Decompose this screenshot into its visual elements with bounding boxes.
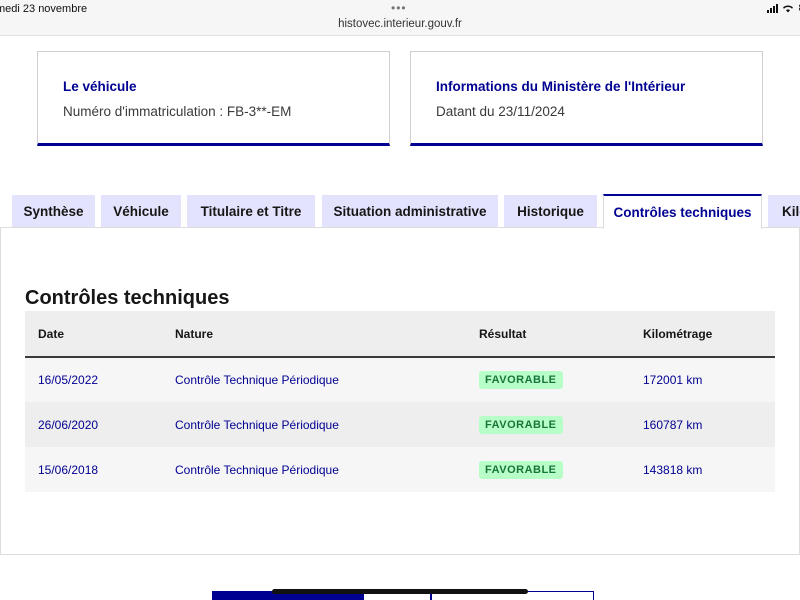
more-dots-icon[interactable]: ••• <box>391 1 407 15</box>
cell-mileage: 160787 km <box>643 402 775 447</box>
status-badge: FAVORABLE <box>479 371 563 389</box>
status-indicators: 8 <box>767 3 800 14</box>
vehicle-card: Le véhicule Numéro d'immatriculation : F… <box>37 51 390 146</box>
tab-historique[interactable]: Historique <box>504 195 597 228</box>
cell-nature: Contrôle Technique Périodique <box>175 402 479 447</box>
tab-situation-administrative[interactable]: Situation administrative <box>322 195 498 228</box>
tab-kilometrage[interactable]: Kilo <box>768 195 800 228</box>
technical-inspections-table: Date Nature Résultat Kilométrage 16/05/2… <box>25 311 775 492</box>
column-header-result: Résultat <box>479 311 643 358</box>
data-date: Datant du 23/11/2024 <box>436 104 565 119</box>
cell-result: FAVORABLE <box>479 357 643 402</box>
address-bar-url[interactable]: histovec.interieur.gouv.fr <box>0 18 800 30</box>
cell-nature: Contrôle Technique Périodique <box>175 447 479 492</box>
tab-vehicule[interactable]: Véhicule <box>101 195 181 228</box>
column-header-mileage: Kilométrage <box>643 311 775 358</box>
table-row: 26/06/2020 Contrôle Technique Périodique… <box>25 402 775 447</box>
home-indicator[interactable] <box>272 589 528 594</box>
tab-controles-techniques[interactable]: Contrôles techniques <box>603 194 762 229</box>
cell-result: FAVORABLE <box>479 447 643 492</box>
ministry-info-card: Informations du Ministère de l'Intérieur… <box>410 51 763 146</box>
cell-mileage: 172001 km <box>643 357 775 402</box>
table-header-row: Date Nature Résultat Kilométrage <box>25 311 775 358</box>
cell-nature: Contrôle Technique Périodique <box>175 357 479 402</box>
cell-date: 16/05/2022 <box>25 357 175 402</box>
cell-result: FAVORABLE <box>479 402 643 447</box>
table-row: 16/05/2022 Contrôle Technique Périodique… <box>25 357 775 402</box>
tab-titulaire-titre[interactable]: Titulaire et Titre <box>187 195 315 228</box>
wifi-icon <box>783 5 794 13</box>
status-badge: FAVORABLE <box>479 415 563 434</box>
section-title: Contrôles techniques <box>25 287 230 309</box>
column-header-date: Date <box>25 311 175 358</box>
vehicle-card-title: Le véhicule <box>63 79 137 94</box>
tab-bar: Synthèse Véhicule Titulaire et Titre Sit… <box>0 194 800 229</box>
cell-mileage: 143818 km <box>643 447 775 492</box>
cell-date: 15/06/2018 <box>25 447 175 492</box>
status-time: medi 23 novembre <box>0 3 88 15</box>
status-bar: medi 23 novembre ••• histovec.interieur.… <box>0 0 800 36</box>
tab-synthese[interactable]: Synthèse <box>12 195 95 228</box>
cell-date: 26/06/2020 <box>25 402 175 447</box>
table-row: 15/06/2018 Contrôle Technique Périodique… <box>25 447 775 492</box>
cellular-signal-icon <box>767 4 779 13</box>
column-header-nature: Nature <box>175 311 479 358</box>
registration-number: Numéro d'immatriculation : FB-3**-EM <box>63 104 292 119</box>
ministry-card-title: Informations du Ministère de l'Intérieur <box>436 79 686 94</box>
status-badge: FAVORABLE <box>479 460 563 479</box>
